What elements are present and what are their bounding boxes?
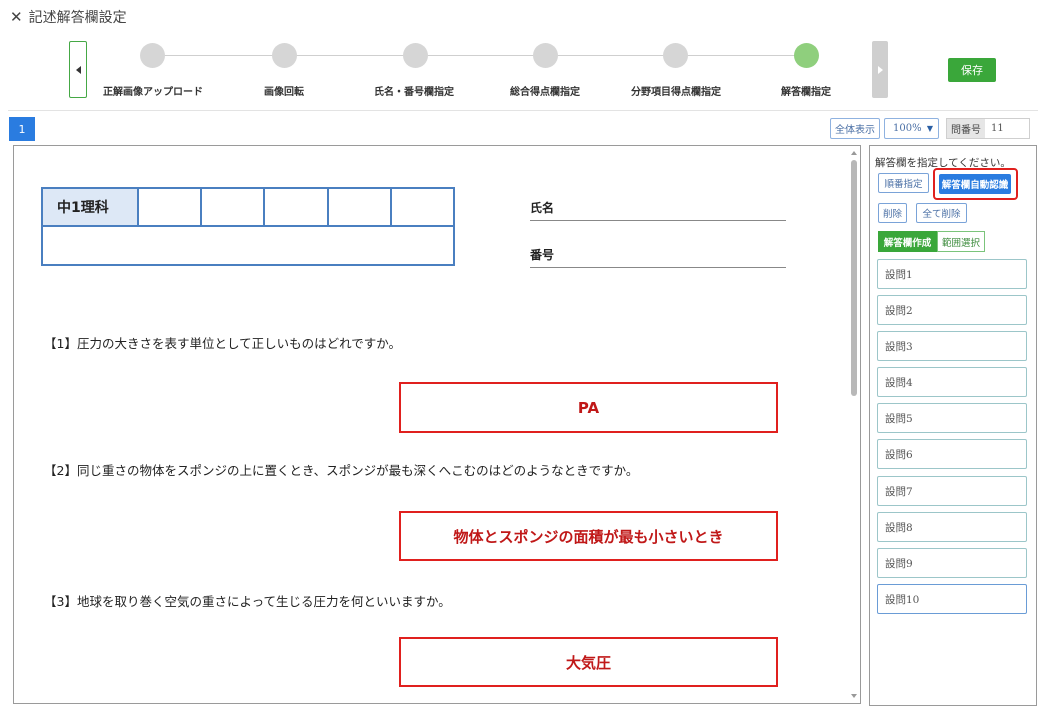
zoom-select[interactable]: 100% ▼ bbox=[884, 118, 939, 139]
step-dot-5 bbox=[663, 43, 688, 68]
save-button[interactable]: 保存 bbox=[948, 58, 996, 82]
step-dot-6-active bbox=[794, 43, 819, 68]
answer-box-1[interactable]: PA bbox=[399, 382, 778, 433]
question-item[interactable]: 設問6 bbox=[877, 439, 1027, 469]
chevron-right-icon bbox=[877, 65, 883, 74]
question-1-text: 【1】圧力の大きさを表す単位として正しいものはどれですか。 bbox=[44, 336, 401, 351]
show-all-button[interactable]: 全体表示 bbox=[830, 118, 880, 139]
question-item[interactable]: 設問10 bbox=[877, 584, 1027, 614]
step-dot-2 bbox=[272, 43, 297, 68]
answer-box-2[interactable]: 物体とスポンジの面積が最も小さいとき bbox=[399, 511, 778, 561]
question-3-text: 【3】地球を取り巻く空気の重さによって生じる圧力を何といいますか。 bbox=[44, 594, 451, 609]
question-number-field[interactable]: 問番号 11 bbox=[946, 118, 1030, 139]
score-cell bbox=[392, 189, 453, 225]
title-bar: ✕ 記述解答欄設定 bbox=[0, 0, 1052, 34]
question-item[interactable]: 設問3 bbox=[877, 331, 1027, 361]
step-label-answer-area[interactable]: 解答欄指定 bbox=[781, 83, 831, 98]
scroll-up-icon[interactable] bbox=[851, 151, 857, 155]
score-cell bbox=[265, 189, 329, 225]
question-number-label: 問番号 bbox=[947, 119, 985, 138]
question-item[interactable]: 設問4 bbox=[877, 367, 1027, 397]
delete-all-button[interactable]: 全て削除 bbox=[916, 203, 967, 223]
close-icon[interactable]: ✕ bbox=[10, 8, 23, 26]
next-step-button[interactable] bbox=[872, 41, 888, 98]
vertical-scrollbar[interactable] bbox=[848, 146, 860, 703]
answer-area-panel: 解答欄を指定してください。 順番指定 解答欄自動認識 削除 全て削除 解答欄作成… bbox=[869, 145, 1037, 706]
step-dot-3 bbox=[403, 43, 428, 68]
delete-button[interactable]: 削除 bbox=[878, 203, 907, 223]
stepper-line bbox=[150, 55, 807, 56]
zoom-value: 100% bbox=[893, 123, 922, 134]
auto-detect-highlight: 解答欄自動認識 bbox=[933, 168, 1018, 200]
step-dot-1 bbox=[140, 43, 165, 68]
mode-create-button[interactable]: 解答欄作成 bbox=[878, 231, 937, 252]
question-item[interactable]: 設問9 bbox=[877, 548, 1027, 578]
number-field: 番号 bbox=[530, 246, 786, 268]
name-field: 氏名 bbox=[530, 199, 786, 221]
step-label-total-score[interactable]: 総合得点欄指定 bbox=[510, 83, 580, 98]
question-item[interactable]: 設問8 bbox=[877, 512, 1027, 542]
step-label-upload[interactable]: 正解画像アップロード bbox=[103, 83, 203, 98]
question-item[interactable]: 設問7 bbox=[877, 476, 1027, 506]
question-item[interactable]: 設問1 bbox=[877, 259, 1027, 289]
scroll-down-icon[interactable] bbox=[851, 694, 857, 698]
mode-range-button[interactable]: 範囲選択 bbox=[937, 231, 985, 252]
score-cell bbox=[139, 189, 203, 225]
score-cell bbox=[202, 189, 266, 225]
header-table: 中1理科 bbox=[41, 187, 455, 266]
answer-sheet-preview[interactable]: 中1理科 氏名 番号 【1】圧力の大きさを表す単位として正しいものはどれですか。… bbox=[13, 145, 861, 704]
step-label-rotate[interactable]: 画像回転 bbox=[264, 83, 304, 98]
question-item[interactable]: 設問5 bbox=[877, 403, 1027, 433]
answer-box-3[interactable]: 大気圧 bbox=[399, 637, 778, 687]
chevron-down-icon: ▼ bbox=[926, 124, 933, 133]
step-label-name-number[interactable]: 氏名・番号欄指定 bbox=[374, 83, 454, 98]
subject-cell: 中1理科 bbox=[43, 189, 139, 225]
chevron-left-icon bbox=[75, 65, 81, 74]
step-dot-4 bbox=[533, 43, 558, 68]
order-button[interactable]: 順番指定 bbox=[878, 173, 929, 193]
question-item[interactable]: 設問2 bbox=[877, 295, 1027, 325]
auto-detect-button[interactable]: 解答欄自動認識 bbox=[939, 174, 1011, 194]
scrollbar-thumb[interactable] bbox=[851, 160, 857, 396]
window-title: 記述解答欄設定 bbox=[28, 10, 127, 26]
question-number-value[interactable]: 11 bbox=[985, 119, 1004, 138]
header-divider bbox=[8, 110, 1038, 111]
previous-step-button[interactable] bbox=[69, 41, 87, 98]
question-2-text: 【2】同じ重さの物体をスポンジの上に置くとき、スポンジが最も深くへこむのはどのよ… bbox=[44, 463, 639, 478]
step-label-category-score[interactable]: 分野項目得点欄指定 bbox=[631, 83, 721, 98]
score-cell bbox=[329, 189, 392, 225]
page-tab-1[interactable]: 1 bbox=[9, 117, 35, 141]
